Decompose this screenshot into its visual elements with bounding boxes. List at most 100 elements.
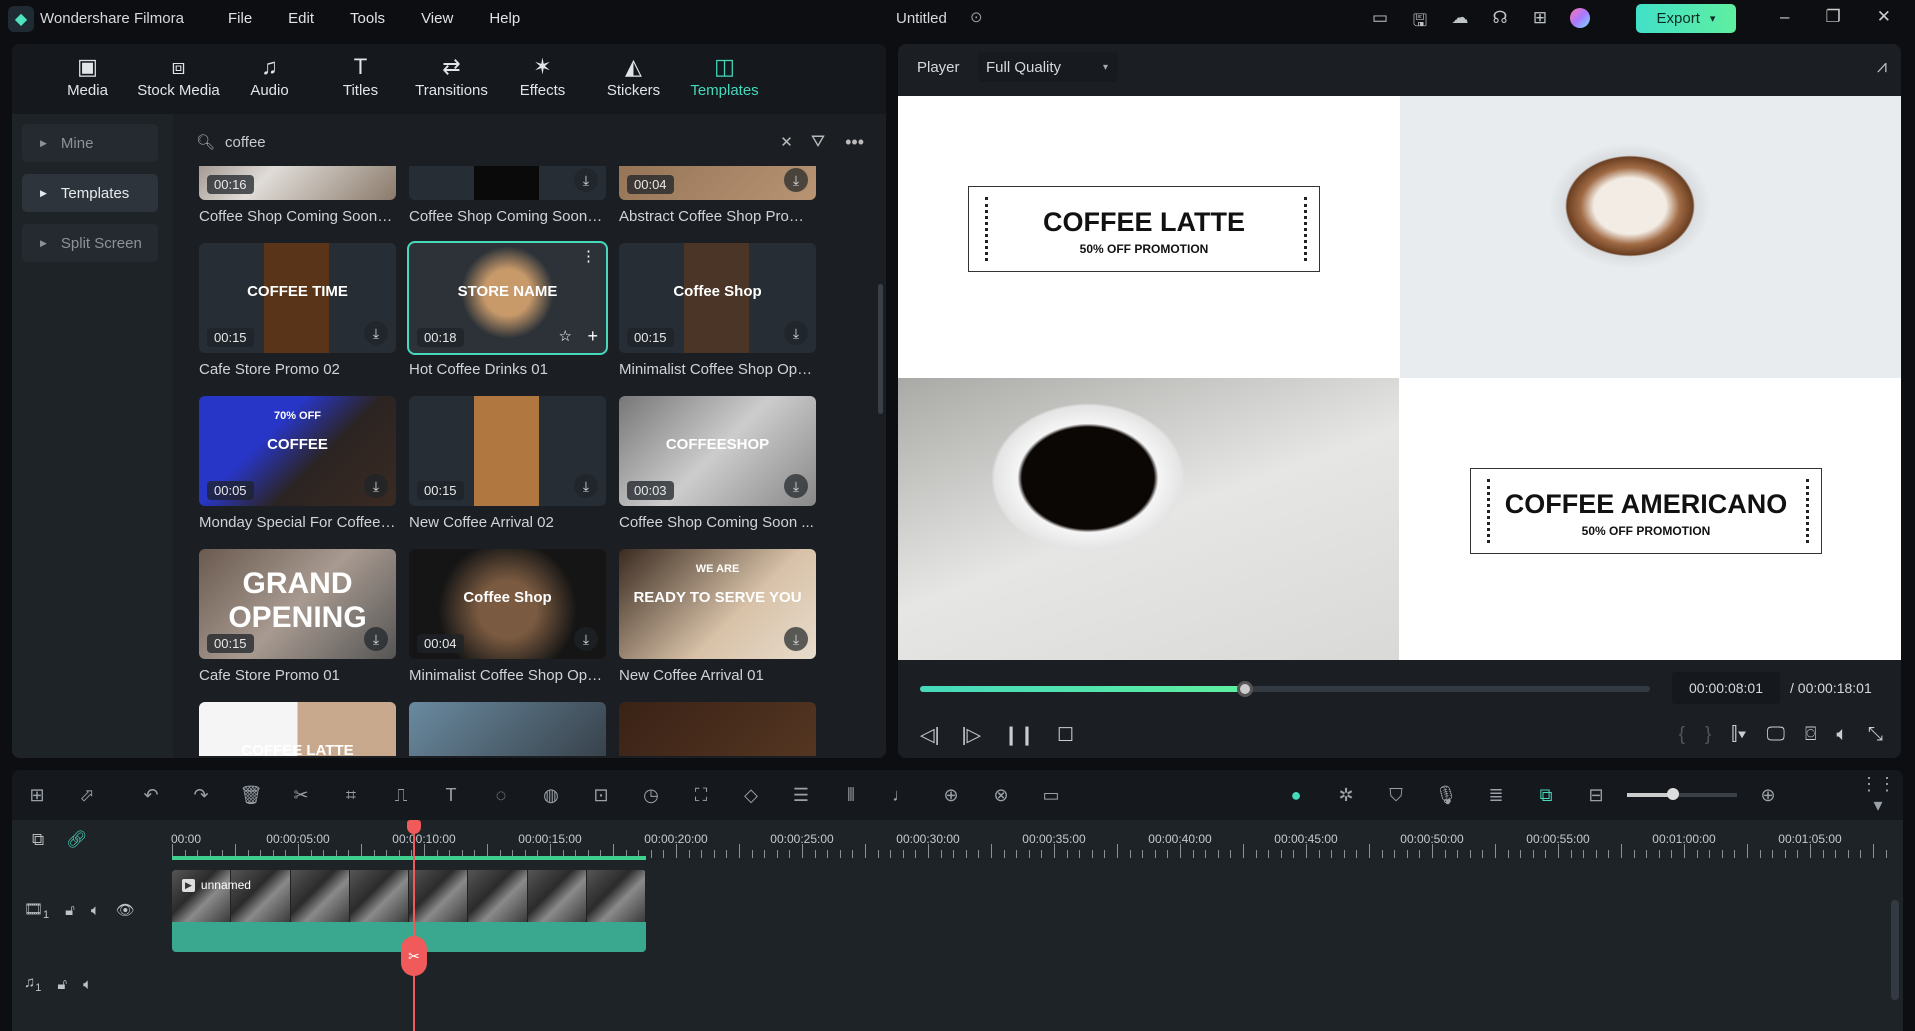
close-icon[interactable]: ✕: [1877, 7, 1891, 27]
timeline-tool-icon[interactable]: 🗑: [226, 785, 276, 806]
template-thumbnail[interactable]: 00:15 ⤓: [409, 396, 606, 506]
timeline-tool-icon[interactable]: ♩: [876, 785, 926, 806]
template-thumbnail[interactable]: COFFEE LATTE: [199, 702, 396, 756]
timeline-tool-icon[interactable]: ↶: [126, 785, 176, 806]
timeline-tool-icon[interactable]: ⦀: [826, 785, 876, 806]
template-card[interactable]: COFFEESHOP 00:03 ⤓ Coffee Shop Coming Soon …: [619, 396, 816, 531]
download-icon[interactable]: ⤓: [784, 627, 808, 651]
quality-dropdown[interactable]: Full Quality ▾: [978, 52, 1118, 82]
apps-grid-icon[interactable]: ⊞: [1520, 8, 1560, 37]
waveform-monitor-icon[interactable]: ⩘: [1877, 56, 1887, 77]
timeline-tool-icon[interactable]: ⌗: [326, 785, 376, 806]
timeline-tool-icon[interactable]: ●: [1271, 785, 1321, 806]
zoom-in-icon[interactable]: ⊕: [1743, 785, 1793, 806]
pause-icon[interactable]: ❙❙: [1003, 724, 1035, 747]
template-thumbnail[interactable]: 00:04 ⤓: [619, 166, 816, 200]
timeline-tool-icon[interactable]: ◷: [626, 785, 676, 806]
previous-frame-icon[interactable]: ◁|: [920, 724, 940, 747]
template-card[interactable]: ⤓ Coffee Shop Coming Soon 02: [409, 166, 606, 225]
download-icon[interactable]: ⤓: [364, 474, 388, 498]
tab-stickers[interactable]: ◭ Stickers: [588, 44, 679, 114]
more-options-icon[interactable]: •••: [845, 132, 864, 153]
progress-handle[interactable]: [1236, 681, 1253, 697]
cloud-upload-icon[interactable]: ☁: [1440, 8, 1480, 37]
next-frame-icon[interactable]: |▷: [962, 724, 982, 747]
menu-help[interactable]: Help: [489, 10, 520, 27]
template-card[interactable]: COFFEE LATTE: [199, 702, 396, 756]
timeline-tool-icon[interactable]: T: [426, 785, 476, 806]
timeline-tool-icon[interactable]: ◍: [526, 785, 576, 806]
template-thumbnail[interactable]: Coffee Shop 00:04 ⤓: [409, 549, 606, 659]
download-icon[interactable]: ⤓: [574, 168, 598, 192]
menu-edit[interactable]: Edit: [288, 10, 314, 27]
download-icon[interactable]: ⤓: [574, 627, 598, 651]
tab-titles[interactable]: T Titles: [315, 44, 406, 114]
add-plus-icon[interactable]: +: [587, 326, 598, 347]
menu-tools[interactable]: Tools: [350, 10, 385, 27]
sidebar-item-mine[interactable]: ▶ Mine: [22, 124, 158, 162]
template-thumbnail[interactable]: ⤓: [409, 166, 606, 200]
sidebar-item-split-screen[interactable]: ▶ Split Screen: [22, 224, 158, 262]
timeline-tool-icon[interactable]: ↷: [176, 785, 226, 806]
playback-progress-bar[interactable]: [920, 681, 1650, 697]
timeline-tool-icon[interactable]: ⊟: [1571, 785, 1621, 806]
tab-transitions[interactable]: ⇄ Transitions: [406, 44, 497, 114]
menu-view[interactable]: View: [421, 10, 453, 27]
more-options-icon[interactable]: ⋮: [581, 247, 596, 265]
snapshot-camera-icon[interactable]: ⌼: [1805, 724, 1816, 746]
template-card[interactable]: Coffee Shop 00:15 ⤓ Minimalist Coffee Shop …: [619, 243, 816, 378]
template-thumbnail[interactable]: Coffee Shop 00:15 ⤓: [619, 243, 816, 353]
timeline-tool-icon[interactable]: ⊞: [12, 785, 62, 806]
template-thumbnail[interactable]: WE ARE READY TO SERVE YOU ⤓: [619, 549, 816, 659]
template-card[interactable]: 00:04 ⤓ Abstract Coffee Shop Promo...: [619, 166, 816, 225]
timeline-tool-icon[interactable]: ✲: [1321, 785, 1371, 806]
template-thumbnail[interactable]: 00:16: [199, 166, 396, 200]
download-icon[interactable]: ⤓: [784, 474, 808, 498]
tab-effects[interactable]: ✶ Effects: [497, 44, 588, 114]
insert-clip-icon[interactable]: ⫿▾: [1731, 724, 1746, 746]
library-scrollbar[interactable]: [878, 284, 883, 414]
stop-icon[interactable]: ☐: [1057, 724, 1074, 747]
template-thumbnail[interactable]: [619, 702, 816, 756]
template-card[interactable]: GRAND OPENING 00:15 ⤓ Cafe Store Promo 01: [199, 549, 396, 684]
template-thumbnail[interactable]: GRAND OPENING 00:15 ⤓: [199, 549, 396, 659]
timeline-tool-icon[interactable]: 🎙: [1421, 785, 1471, 806]
template-thumbnail[interactable]: COFFEESHOP 00:03 ⤓: [619, 396, 816, 506]
timeline-tool-icon[interactable]: ✂: [276, 785, 326, 806]
timeline-scrollbar[interactable]: [1891, 900, 1899, 1000]
link-icon[interactable]: 🔗︎: [66, 830, 88, 850]
tab-media[interactable]: ▣ Media: [42, 44, 133, 114]
search-input[interactable]: [225, 133, 763, 151]
avatar[interactable]: [1560, 8, 1600, 37]
favorite-star-icon[interactable]: ☆: [559, 327, 572, 345]
mark-out-icon[interactable]: }: [1705, 724, 1711, 746]
timeline-tool-icon[interactable]: ▭: [1026, 785, 1076, 806]
export-button[interactable]: Export ▾: [1636, 4, 1736, 33]
download-icon[interactable]: ⤓: [364, 627, 388, 651]
timeline-tool-icon[interactable]: ≣: [1471, 785, 1521, 806]
template-card[interactable]: COFFEE TIME 00:15 ⤓ Cafe Store Promo 02: [199, 243, 396, 378]
restore-icon[interactable]: ❐: [1825, 7, 1840, 27]
timeline-tool-icon[interactable]: ⊕: [926, 785, 976, 806]
filter-icon[interactable]: ⛛: [811, 132, 825, 152]
timeline-tool-icon[interactable]: ☰: [776, 785, 826, 806]
tab-stock-media[interactable]: ⧈ Stock Media: [133, 44, 224, 114]
volume-icon[interactable]: 🔈︎: [1836, 724, 1847, 746]
download-icon[interactable]: ⤓: [364, 321, 388, 345]
timeline-tool-icon[interactable]: ⎍: [376, 785, 426, 806]
template-thumbnail[interactable]: 70% OFF COFFEE 00:05 ⤓: [199, 396, 396, 506]
timeline-tool-icon[interactable]: ⛉: [1371, 785, 1421, 806]
tab-audio[interactable]: ♫ Audio: [224, 44, 315, 114]
zoom-slider[interactable]: [1627, 788, 1737, 800]
timeline-tool-icon[interactable]: ⊗: [976, 785, 1026, 806]
template-card[interactable]: Coffee Shop 00:04 ⤓ Minimalist Coffee Shop …: [409, 549, 606, 684]
layout-menu-icon[interactable]: ⋮⋮ ▾: [1853, 774, 1903, 816]
display-monitor-icon[interactable]: 🖵: [1767, 724, 1785, 746]
template-thumbnail[interactable]: COFFEE TIME 00:15 ⤓: [199, 243, 396, 353]
fullscreen-icon[interactable]: ⤡: [1868, 724, 1883, 746]
timeline-tool-icon[interactable]: ⬀: [62, 785, 112, 806]
template-card[interactable]: 00:15 ⤓ New Coffee Arrival 02: [409, 396, 606, 531]
visibility-eye-icon[interactable]: 👁︎: [116, 901, 135, 919]
timeline-tool-icon[interactable]: ◌: [476, 785, 526, 806]
tab-templates[interactable]: ◫ Templates: [679, 44, 770, 114]
